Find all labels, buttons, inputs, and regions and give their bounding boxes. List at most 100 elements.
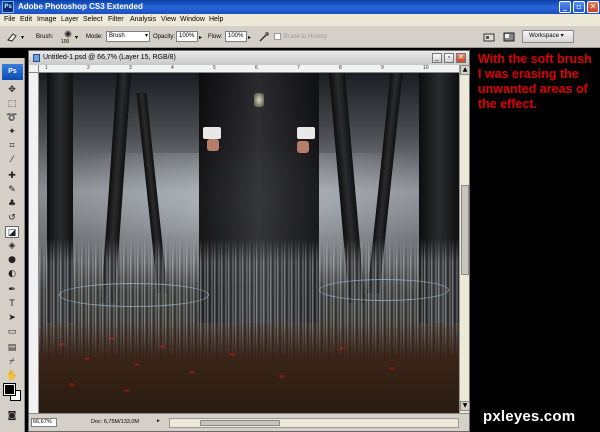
history-brush-tool-icon[interactable]: ↺ bbox=[5, 212, 19, 224]
magic-wand-tool-icon[interactable]: ✦ bbox=[5, 126, 19, 138]
minimize-button[interactable]: _ bbox=[559, 1, 571, 13]
marquee-tool-icon[interactable]: ⬚ bbox=[5, 98, 19, 110]
light-ring bbox=[319, 279, 449, 301]
mode-select[interactable]: Brush ▾ bbox=[106, 31, 150, 42]
mode-value: Brush bbox=[109, 33, 125, 39]
workspace-icon[interactable] bbox=[503, 31, 515, 43]
leaf bbox=[389, 367, 395, 370]
path-selection-tool-icon[interactable]: ➤ bbox=[5, 312, 19, 324]
pen-tool-icon[interactable]: ✒ bbox=[5, 284, 19, 296]
quick-mask-icon[interactable]: ◙ bbox=[5, 410, 19, 422]
menu-layer[interactable]: Layer bbox=[61, 16, 79, 23]
ruler-number: 7 bbox=[297, 65, 300, 71]
workspace-label: Workspace bbox=[529, 33, 559, 39]
flow-field[interactable]: 100% bbox=[225, 31, 247, 42]
menu-view[interactable]: View bbox=[161, 16, 176, 23]
foreground-color-swatch[interactable] bbox=[3, 383, 16, 396]
ruler-number: 4 bbox=[171, 65, 174, 71]
workspace-button[interactable]: Workspace ▾ bbox=[522, 30, 574, 43]
airbrush-icon[interactable] bbox=[258, 31, 270, 43]
photoshop-window: Ps Adobe Photoshop CS3 Extended _ ▫ ✕ Fi… bbox=[0, 0, 600, 432]
ruler-number: 6 bbox=[255, 65, 258, 71]
horizontal-scroll-thumb[interactable] bbox=[200, 420, 280, 426]
document-title: Untitled-1.psd @ 66,7% (Layer 15, RGB/8) bbox=[43, 54, 176, 61]
opacity-field[interactable]: 100% bbox=[176, 31, 198, 42]
left-cuff bbox=[203, 127, 221, 139]
menu-image[interactable]: Image bbox=[37, 16, 56, 23]
ruler-top[interactable]: 1 2 3 4 5 6 7 8 9 10 bbox=[39, 65, 459, 73]
menu-window[interactable]: Window bbox=[180, 16, 205, 23]
maximize-button[interactable]: ▫ bbox=[573, 1, 585, 13]
shape-tool-icon[interactable]: ▭ bbox=[5, 326, 19, 338]
document-title-bar[interactable]: Untitled-1.psd @ 66,7% (Layer 15, RGB/8)… bbox=[29, 51, 469, 65]
vertical-scroll-thumb[interactable] bbox=[461, 185, 469, 275]
erase-to-history-checkbox[interactable] bbox=[274, 33, 281, 40]
gradient-tool-icon[interactable]: ◈ bbox=[5, 240, 19, 252]
doc-minimize-button[interactable]: _ bbox=[432, 53, 442, 63]
eraser-tool-icon[interactable]: ◪ bbox=[5, 226, 19, 238]
menu-filter[interactable]: Filter bbox=[108, 16, 124, 23]
brush-preset-icon[interactable] bbox=[64, 30, 72, 38]
brush-dropdown-icon[interactable]: ▾ bbox=[75, 34, 78, 41]
hand-tool-icon[interactable]: ✋ bbox=[5, 370, 19, 382]
dodge-tool-icon[interactable]: ◐ bbox=[5, 268, 19, 280]
chevron-down-icon: ▾ bbox=[144, 33, 148, 39]
document-canvas[interactable] bbox=[39, 73, 459, 413]
pendant bbox=[254, 93, 264, 107]
doc-close-button[interactable]: ✕ bbox=[456, 53, 466, 63]
app-title: Adobe Photoshop CS3 Extended bbox=[18, 2, 143, 11]
menu-select[interactable]: Select bbox=[83, 16, 102, 23]
status-bar: 66,67% Doc: 6,75M/133,0M ▸ bbox=[29, 413, 469, 431]
ruler-number: 10 bbox=[423, 65, 429, 71]
status-menu-icon[interactable]: ▸ bbox=[157, 418, 160, 424]
menu-help[interactable]: Help bbox=[209, 16, 223, 23]
slice-tool-icon[interactable]: ⁄ bbox=[5, 154, 19, 166]
stamp-tool-icon[interactable]: ♣ bbox=[5, 198, 19, 210]
opacity-label: Opacity: bbox=[153, 34, 176, 40]
erase-to-history-label: Erase to History bbox=[284, 34, 327, 40]
opacity-value: 100% bbox=[179, 33, 195, 39]
lasso-tool-icon[interactable]: ➰ bbox=[5, 112, 19, 124]
close-button[interactable]: ✕ bbox=[587, 1, 599, 13]
scroll-up-icon[interactable]: ▲ bbox=[460, 65, 470, 75]
move-tool-icon[interactable]: ✥ bbox=[5, 84, 19, 96]
notes-tool-icon[interactable]: ▤ bbox=[5, 342, 19, 354]
menu-analysis[interactable]: Analysis bbox=[130, 16, 156, 23]
light-ring bbox=[59, 283, 209, 307]
flow-slider-icon[interactable]: ▸ bbox=[248, 34, 251, 41]
ruler-number: 8 bbox=[339, 65, 342, 71]
blur-tool-icon[interactable]: ● bbox=[5, 254, 19, 266]
eraser-icon[interactable] bbox=[6, 31, 18, 43]
right-hand bbox=[297, 141, 309, 153]
healing-brush-tool-icon[interactable]: ✚ bbox=[5, 170, 19, 182]
eyedropper-tool-icon[interactable]: ⌿ bbox=[5, 356, 19, 368]
zoom-field[interactable]: 66,67% bbox=[31, 418, 57, 427]
crop-tool-icon[interactable]: ⌗ bbox=[5, 140, 19, 152]
ruler-number: 3 bbox=[129, 65, 132, 71]
doc-size: Doc: 6,75M/133,0M bbox=[91, 419, 139, 425]
flow-label: Flow: bbox=[208, 34, 223, 40]
palette-icon[interactable] bbox=[483, 31, 495, 43]
vertical-scrollbar[interactable]: ▲ ▼ bbox=[459, 65, 470, 413]
scroll-down-icon[interactable]: ▼ bbox=[460, 401, 470, 411]
ruler-left[interactable] bbox=[29, 73, 39, 413]
watermark: pxleyes.com bbox=[483, 408, 576, 425]
leaf bbox=[134, 363, 140, 366]
mode-label: Mode: bbox=[86, 34, 103, 40]
ruler-number: 2 bbox=[87, 65, 90, 71]
leaf bbox=[279, 375, 285, 378]
horizontal-scrollbar[interactable] bbox=[169, 418, 459, 428]
brush-tool-icon[interactable]: ✎ bbox=[5, 184, 19, 196]
menu-edit[interactable]: Edit bbox=[20, 16, 32, 23]
opacity-slider-icon[interactable]: ▸ bbox=[199, 34, 202, 41]
ruler-number: 5 bbox=[213, 65, 216, 71]
leaf bbox=[124, 389, 130, 392]
title-bar: Ps Adobe Photoshop CS3 Extended _ ▫ ✕ bbox=[0, 0, 600, 14]
ruler-corner[interactable] bbox=[29, 65, 39, 73]
doc-maximize-button[interactable]: ▫ bbox=[444, 53, 454, 63]
options-bar: ▾ Brush: 100 ▾ Mode: Brush ▾ Opacity: 10… bbox=[0, 26, 600, 48]
type-tool-icon[interactable]: T bbox=[5, 298, 19, 310]
tools-panel: Ps ✥ ⬚ ➰ ✦ ⌗ ⁄ ✚ ✎ ♣ ↺ ◪ ◈ ● ◐ ✒ T ➤ ▭ ▤… bbox=[0, 58, 25, 432]
brush-label: Brush: bbox=[36, 34, 54, 40]
menu-file[interactable]: File bbox=[4, 16, 15, 23]
